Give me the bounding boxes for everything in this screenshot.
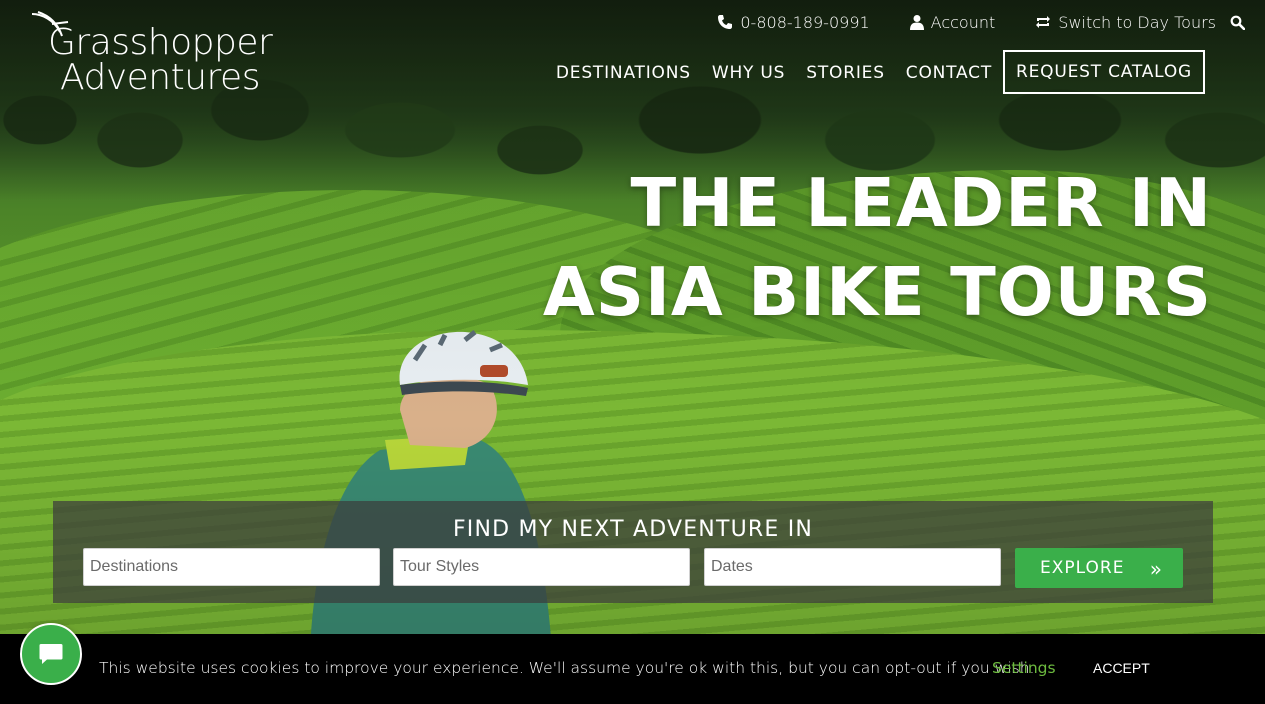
user-icon [909, 15, 924, 30]
explore-label: EXPLORE [1040, 558, 1125, 578]
chat-button[interactable] [20, 623, 82, 685]
cookie-consent-bar: This website uses cookies to improve you… [0, 634, 1265, 704]
utility-bar: 0-808-189-0991 Account Switch to Day Tou… [717, 12, 1245, 32]
cookie-settings-link[interactable]: Settings [992, 659, 1056, 677]
nav-why-us[interactable]: WHY US [712, 61, 785, 83]
destinations-select[interactable]: Destinations [83, 548, 380, 586]
chat-bubble-icon [39, 644, 63, 664]
main-navigation: DESTINATIONS WHY US STORIES CONTACT REQU… [556, 50, 1205, 94]
finder-title: FIND MY NEXT ADVENTURE IN [452, 517, 814, 542]
tour-styles-select[interactable]: Tour Styles [393, 548, 690, 586]
double-chevron-right-icon: » [1149, 557, 1163, 581]
phone-link[interactable]: 0-808-189-0991 [717, 12, 870, 32]
switch-day-tours-link[interactable]: Switch to Day Tours [1035, 13, 1216, 32]
headline-line1: THE LEADER IN [630, 164, 1212, 242]
repeat-icon [1036, 16, 1051, 28]
account-link[interactable]: Account [909, 12, 996, 32]
cookie-message: This website uses cookies to improve you… [99, 659, 1035, 677]
search-button[interactable] [1230, 15, 1245, 30]
logo-text-line2: Adventures [60, 57, 260, 98]
dates-select[interactable]: Dates [704, 548, 1001, 586]
nav-contact[interactable]: CONTACT [906, 61, 992, 83]
tour-finder-panel: FIND MY NEXT ADVENTURE IN Destinations T… [53, 501, 1213, 603]
account-label: Account [930, 12, 996, 32]
nav-stories[interactable]: STORIES [806, 61, 885, 83]
switch-day-tours-label: Switch to Day Tours [1058, 12, 1216, 32]
search-icon [1230, 15, 1245, 30]
brand-logo[interactable]: Grasshopper Adventures [28, 10, 273, 100]
explore-button[interactable]: EXPLORE » [1015, 548, 1183, 588]
nav-destinations[interactable]: DESTINATIONS [556, 61, 691, 83]
request-catalog-button[interactable]: REQUEST CATALOG [1003, 50, 1205, 94]
headline-line2: ASIA BIKE TOURS [542, 253, 1212, 331]
phone-number: 0-808-189-0991 [740, 12, 870, 32]
cookie-accept-button[interactable]: ACCEPT [1093, 660, 1150, 676]
hero-headline: THE LEADER IN ASIA BIKE TOURS [543, 160, 1212, 338]
phone-icon [718, 15, 733, 29]
